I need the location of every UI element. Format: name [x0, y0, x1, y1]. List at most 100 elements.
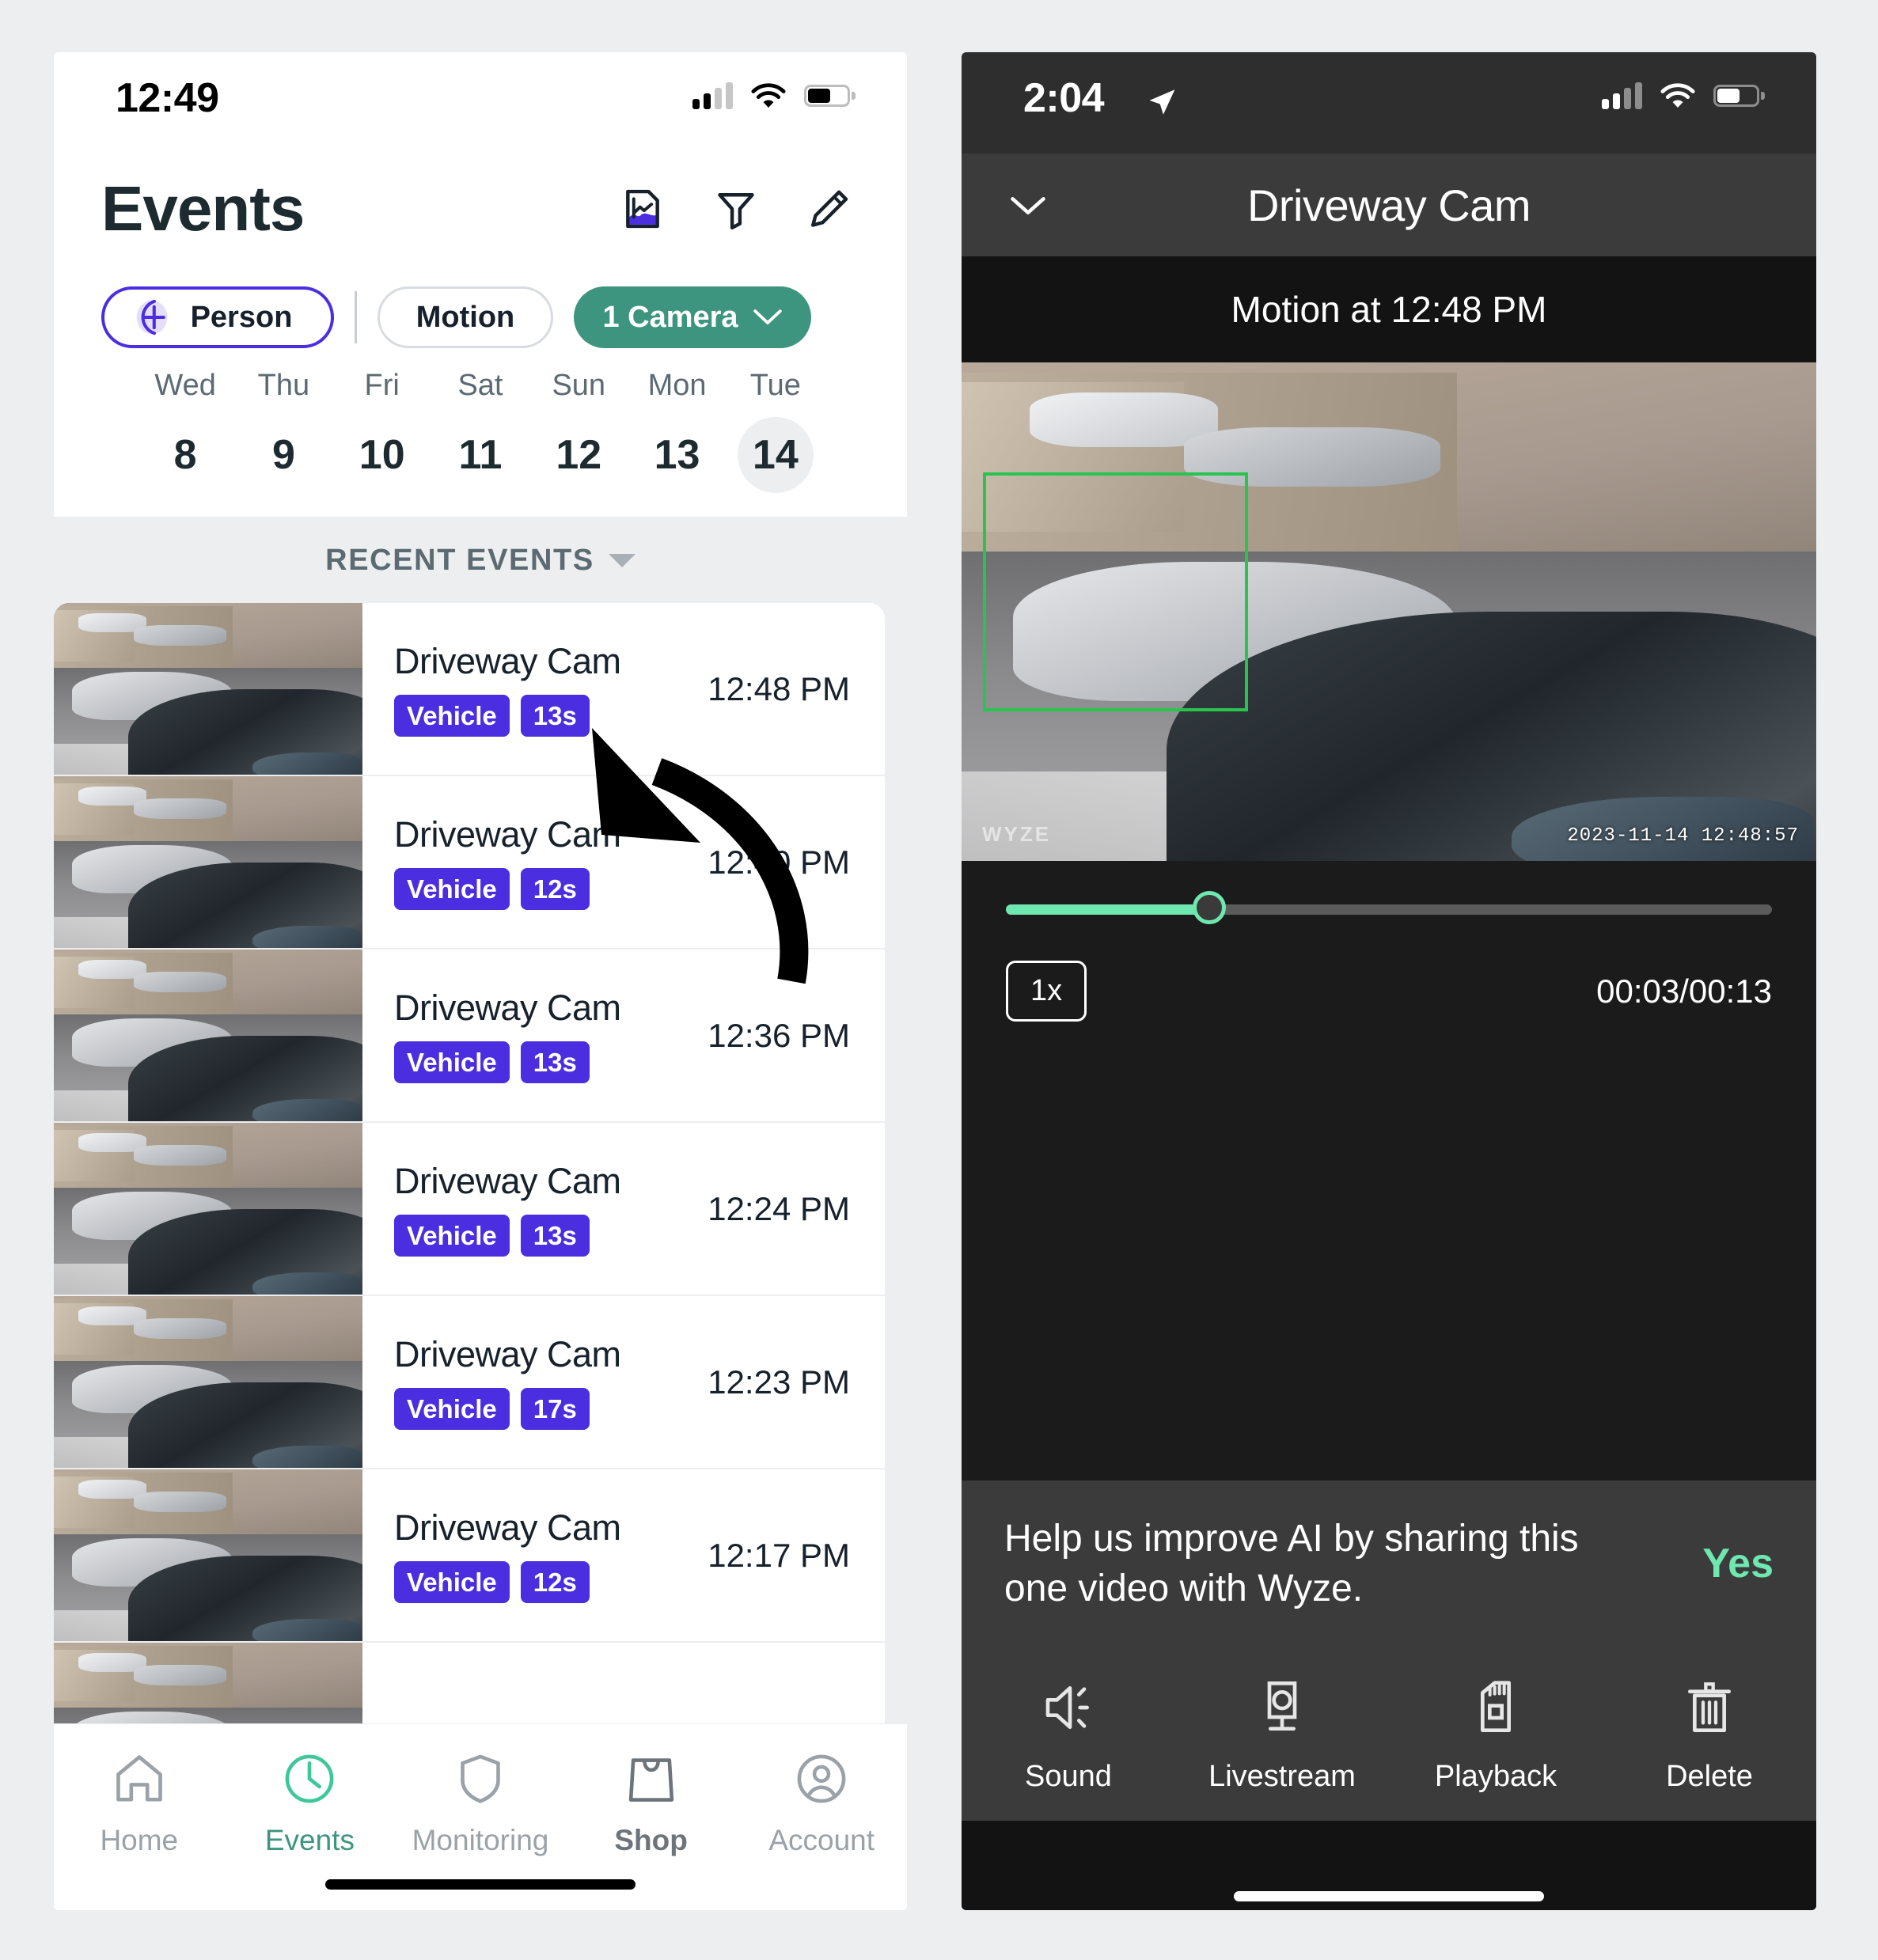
duration-badge: 13s: [520, 1041, 590, 1084]
chevron-down-icon: [753, 309, 782, 324]
status-badge: Vehicle: [394, 1041, 510, 1084]
action-label: Livestream: [1208, 1759, 1356, 1793]
report-chart-icon[interactable]: [620, 187, 665, 231]
right-status-bar: 2:04: [962, 52, 1816, 154]
event-thumbnail: [54, 1296, 362, 1468]
filter-chip-camera[interactable]: 1 Camera: [574, 286, 811, 348]
event-time: 12:36 PM: [708, 1016, 850, 1054]
bottom-tab-bar: Home Events Monitoring Shop Account: [54, 1723, 907, 1910]
right-bottom-bar: [962, 1820, 1816, 1910]
tab-shop[interactable]: Shop: [566, 1745, 737, 1857]
seek-bar[interactable]: [1006, 891, 1772, 924]
filter-chip-person-label: Person: [190, 300, 293, 334]
ai-share-yes-button[interactable]: Yes: [1702, 1540, 1774, 1587]
events-card: Driveway Cam Vehicle 13s 12:48 PM Drivew…: [54, 603, 885, 1800]
date-number: 10: [359, 432, 405, 478]
duration-badge: 13s: [520, 694, 590, 737]
event-thumbnail: [54, 1469, 362, 1641]
date-cell-selected[interactable]: Tue 14: [727, 369, 825, 493]
duration-badge: 12s: [520, 1560, 590, 1604]
event-thumbnail: [54, 1123, 362, 1295]
shield-icon: [395, 1745, 566, 1813]
battery-icon: [804, 85, 856, 107]
header-icon-group: [620, 187, 859, 231]
chevron-down-icon[interactable]: [1007, 185, 1049, 226]
wifi-icon: [1660, 83, 1695, 108]
filter-chip-camera-label: 1 Camera: [602, 300, 738, 334]
event-thumbnail: [54, 950, 362, 1121]
date-cell[interactable]: Sun 12: [529, 369, 628, 493]
date-cell[interactable]: Wed 8: [136, 369, 234, 493]
tab-account[interactable]: Account: [736, 1745, 907, 1857]
date-cell[interactable]: Thu 9: [234, 369, 332, 493]
event-thumbnail: [54, 776, 362, 948]
trash-icon: [1603, 1668, 1816, 1747]
playback-time: 00:03/00:13: [1596, 972, 1772, 1010]
action-livestream[interactable]: Livestream: [1175, 1668, 1389, 1794]
status-badge: Vehicle: [394, 1214, 510, 1257]
table-row[interactable]: Driveway Cam Vehicle 13s 12:24 PM: [54, 1123, 885, 1296]
action-sound[interactable]: Sound: [962, 1668, 1175, 1794]
screenshot-canvas: 12:49 Events Person Motion 1 Camera Wed …: [0, 0, 1878, 1960]
tab-monitoring[interactable]: Monitoring: [395, 1745, 566, 1857]
date-number: 11: [458, 432, 503, 478]
date-number: 9: [271, 432, 295, 478]
table-row[interactable]: Driveway Cam Vehicle 13s 12:36 PM: [54, 950, 885, 1123]
events-header: Events Person Motion 1 Camera Wed 8 Thu …: [54, 154, 907, 517]
speaker-icon: [962, 1668, 1175, 1747]
filter-funnel-icon[interactable]: [714, 187, 758, 231]
date-number: 13: [654, 432, 700, 478]
ai-share-banner: Help us improve AI by sharing this one v…: [962, 1480, 1816, 1647]
recent-events-label: RECENT EVENTS: [325, 544, 594, 577]
tab-home[interactable]: Home: [54, 1745, 225, 1857]
date-dow: Thu: [257, 369, 310, 402]
filter-chip-motion[interactable]: Motion: [377, 286, 553, 348]
event-thumbnail: [54, 603, 362, 775]
house-icon: [54, 1745, 225, 1813]
status-indicators: [692, 81, 856, 111]
event-badges: Vehicle 12s: [394, 867, 621, 911]
date-dow: Wed: [154, 369, 216, 402]
recent-events-header[interactable]: RECENT EVENTS: [54, 517, 907, 603]
event-badges: Vehicle 12s: [394, 1560, 621, 1604]
event-camera-name: Driveway Cam: [394, 987, 621, 1028]
seek-handle[interactable]: [1192, 891, 1226, 924]
date-strip: Wed 8 Thu 9 Fri 10 Sat 11 Sun 12 Mon 13 …: [101, 358, 859, 517]
home-indicator: [325, 1879, 635, 1890]
action-delete[interactable]: Delete: [1603, 1668, 1816, 1794]
tab-label: Home: [100, 1824, 179, 1856]
date-dow: Sun: [552, 369, 606, 402]
wifi-icon: [751, 83, 786, 108]
filter-chip-person[interactable]: Person: [101, 286, 334, 348]
tab-label: Account: [768, 1824, 875, 1856]
right-phone-screen: 2:04 Driveway Cam Motion at 12:48 PM WYZ…: [962, 52, 1816, 1910]
date-cell[interactable]: Mon 13: [628, 369, 726, 493]
video-timestamp-overlay: 2023-11-14 12:48:57: [1567, 825, 1799, 847]
page-title: Events: [101, 173, 305, 244]
clock-icon: [225, 1745, 396, 1813]
seek-progress: [1006, 904, 1209, 915]
shopping-bag-icon: [566, 1745, 737, 1813]
table-row[interactable]: Driveway Cam Vehicle 17s 12:23 PM: [54, 1296, 885, 1469]
table-row[interactable]: Driveway Cam Vehicle 12s 12:40 PM: [54, 776, 885, 950]
filter-chip-motion-label: Motion: [415, 300, 515, 334]
action-label: Playback: [1434, 1759, 1557, 1793]
event-badges: Vehicle 13s: [394, 1041, 621, 1084]
action-playback[interactable]: Playback: [1389, 1668, 1603, 1794]
edit-pencil-icon[interactable]: [807, 187, 852, 231]
tab-events[interactable]: Events: [225, 1745, 396, 1857]
date-cell[interactable]: Fri 10: [333, 369, 431, 493]
table-row[interactable]: Driveway Cam Vehicle 13s 12:48 PM: [54, 603, 885, 776]
playback-speed-button[interactable]: 1x: [1006, 961, 1087, 1022]
video-player-frame[interactable]: WYZE 2023-11-14 12:48:57: [962, 362, 1816, 861]
left-status-bar: 12:49: [54, 52, 907, 154]
caret-down-icon: [608, 554, 635, 567]
left-phone-screen: 12:49 Events Person Motion 1 Camera Wed …: [54, 52, 907, 1910]
watermark: WYZE: [982, 822, 1052, 846]
date-cell[interactable]: Sat 11: [431, 369, 529, 493]
camera-title: Driveway Cam: [1246, 180, 1531, 230]
video-controls: 1x 00:03/00:13: [962, 861, 1816, 1022]
event-time: 12:48 PM: [708, 669, 850, 707]
table-row[interactable]: Driveway Cam Vehicle 12s 12:17 PM: [54, 1469, 885, 1643]
duration-badge: 13s: [520, 1214, 590, 1257]
